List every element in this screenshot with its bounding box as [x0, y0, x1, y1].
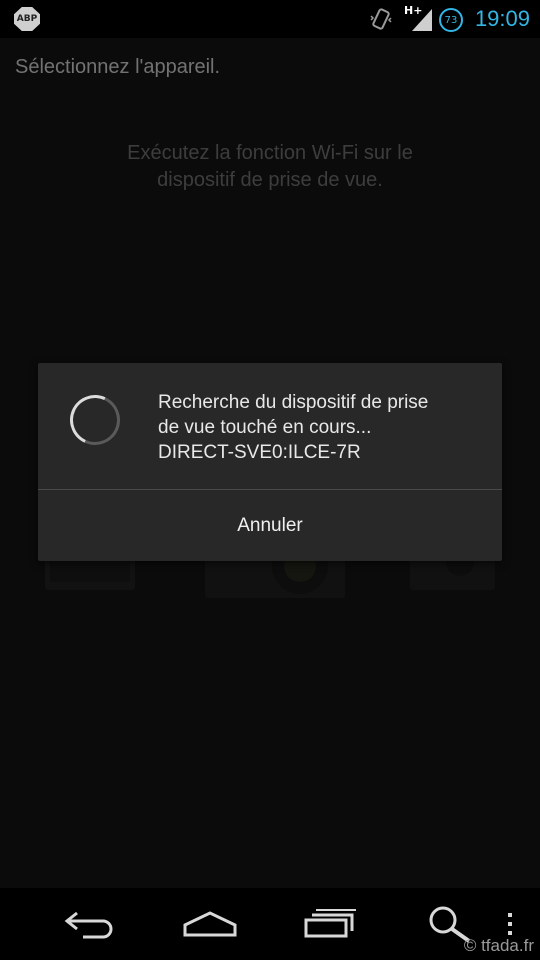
home-icon [183, 911, 237, 937]
dialog-device-name: DIRECT-SVE0:ILCE-7R [158, 442, 361, 463]
clock: 19:09 [474, 6, 530, 31]
back-icon [64, 911, 113, 939]
status-bar: ABP H+ 73 19:09 [0, 0, 540, 38]
watermark: © tfada.fr [463, 936, 534, 955]
back-button[interactable] [50, 888, 130, 960]
battery-icon: 73 [439, 8, 463, 32]
adblock-icon: ABP [14, 7, 40, 31]
cancel-button[interactable]: Annuler [38, 490, 502, 561]
dialog-message-line-1: Recherche du dispositif de prise [158, 392, 429, 413]
network-type-label: H+ [404, 4, 423, 17]
overflow-menu-icon [508, 913, 512, 935]
dialog-message-line-2: de vue touché en cours... [158, 417, 372, 438]
vibrate-icon [370, 8, 392, 30]
recent-apps-button[interactable] [290, 888, 370, 960]
navigation-bar: © tfada.fr [0, 888, 540, 960]
loading-spinner-icon [62, 387, 128, 453]
recent-apps-icon [304, 909, 356, 938]
home-button[interactable] [170, 888, 250, 960]
progress-dialog: Recherche du dispositif de prise de vue … [38, 363, 502, 561]
dialog-message: Recherche du dispositif de prise de vue … [158, 390, 478, 465]
